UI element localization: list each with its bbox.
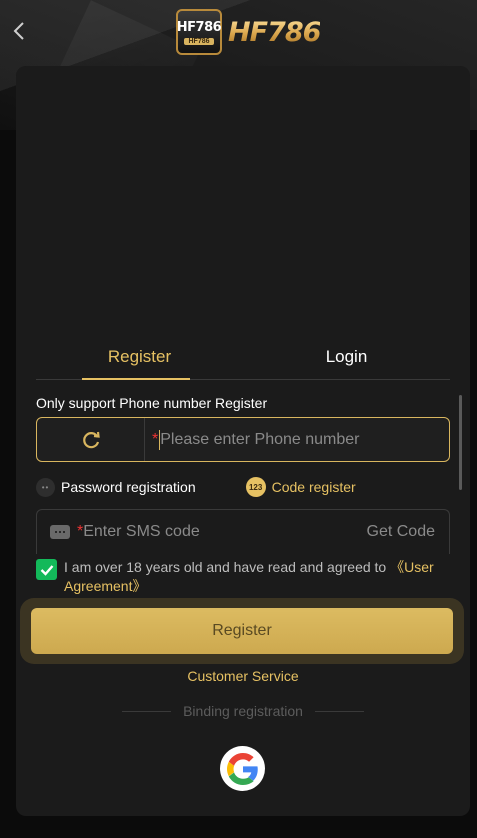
binding-registration-label: Binding registration xyxy=(183,703,303,719)
google-login-button[interactable] xyxy=(220,746,265,791)
app-logo: HF786 HF786 HF786 xyxy=(176,8,321,56)
code-register-option[interactable]: 123 Code register xyxy=(245,477,356,497)
agreement-text: I am over 18 years old and have read and… xyxy=(64,558,456,596)
get-code-button[interactable]: Get Code xyxy=(367,523,449,541)
divider-line xyxy=(122,710,172,712)
logo-badge-main: HF786 xyxy=(176,19,222,35)
sms-code-input[interactable] xyxy=(83,510,367,554)
refresh-icon xyxy=(82,431,100,448)
register-hint: Only support Phone number Register xyxy=(36,395,268,411)
register-button[interactable]: Register xyxy=(31,608,453,654)
numeric-code-icon: 123 xyxy=(245,477,266,497)
phone-input[interactable] xyxy=(159,429,449,450)
agreement-statement: I am over 18 years old and have read and… xyxy=(64,559,391,575)
password-dots-icon: •• xyxy=(36,477,55,497)
checkmark-icon xyxy=(40,564,53,576)
customer-service-link[interactable]: Customer Service xyxy=(16,668,470,684)
required-mark: * xyxy=(152,430,159,448)
auth-tabs: Register Login xyxy=(36,334,450,380)
sms-code-field: * Get Code xyxy=(36,509,450,554)
register-button-glow: Register xyxy=(20,598,464,664)
password-registration-label: Password registration xyxy=(61,479,196,495)
back-button[interactable] xyxy=(8,18,30,44)
keyboard-icon xyxy=(50,525,70,539)
registration-methods: •• Password registration 123 Code regist… xyxy=(36,476,450,498)
register-card: Register Login Only support Phone number… xyxy=(16,66,470,816)
code-register-label: Code register xyxy=(271,479,356,495)
logo-badge: HF786 HF786 xyxy=(176,9,222,55)
banner-area xyxy=(16,66,470,334)
tab-login-label: Login xyxy=(325,346,368,366)
divider-line xyxy=(314,710,365,712)
logo-badge-sub: HF786 xyxy=(184,37,214,45)
binding-registration-divider: Binding registration xyxy=(122,703,365,719)
agreement-row: I am over 18 years old and have read and… xyxy=(36,558,456,596)
scrollbar[interactable] xyxy=(459,395,462,490)
password-registration-option[interactable]: •• Password registration xyxy=(36,477,196,497)
country-code-selector[interactable] xyxy=(37,418,145,461)
google-icon xyxy=(226,752,258,785)
agreement-checkbox[interactable] xyxy=(36,559,57,580)
chevron-left-icon xyxy=(13,22,24,40)
tab-register-label: Register xyxy=(107,346,172,366)
logo-wordmark: HF786 xyxy=(228,16,321,48)
phone-field: * xyxy=(36,417,450,462)
tab-login[interactable]: Login xyxy=(243,334,450,379)
tab-register[interactable]: Register xyxy=(36,334,243,380)
